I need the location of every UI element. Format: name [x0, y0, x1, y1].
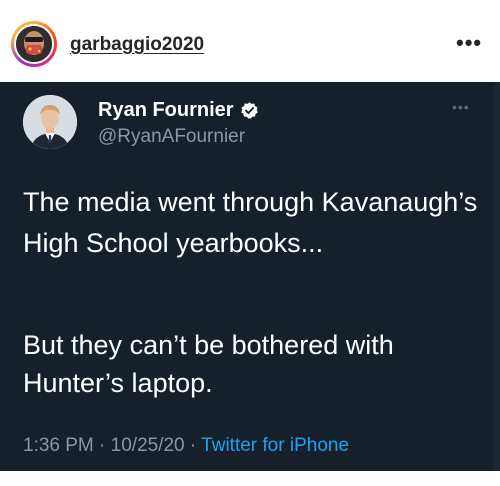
- instagram-avatar[interactable]: [14, 24, 54, 64]
- tweet-source-link[interactable]: Twitter for iPhone: [201, 435, 349, 456]
- meta-separator: ·: [189, 435, 197, 456]
- more-horizontal-icon[interactable]: •••: [456, 32, 482, 54]
- tweet-more-icon[interactable]: •••: [452, 100, 470, 114]
- tweet-author-handle[interactable]: @RyanAFournier: [98, 126, 245, 148]
- tweet-text-paragraph-2: But they can’t be bothered with Hunter’s…: [23, 330, 394, 398]
- tweet-author-name[interactable]: Ryan Fournier: [98, 99, 234, 122]
- tweet-author-avatar[interactable]: [23, 95, 77, 149]
- instagram-post-header: garbaggio2020 •••: [0, 0, 500, 82]
- instagram-username[interactable]: garbaggio2020: [70, 34, 204, 56]
- verified-badge-icon: [240, 102, 258, 119]
- tweet-card: Ryan Fournier @RyanAFournier ••• The med…: [0, 82, 500, 471]
- story-ring[interactable]: [11, 21, 57, 67]
- tweet-author-row: Ryan Fournier: [98, 99, 259, 122]
- tweet-metadata: 1:36 PM · 10/25/20 · Twitter for iPhone: [23, 435, 349, 457]
- meta-separator: ·: [99, 435, 106, 456]
- scrollbar[interactable]: [494, 82, 500, 471]
- tweet-time[interactable]: 1:36 PM: [23, 435, 94, 456]
- tweet-text-paragraph-1: The media went through Kavanaugh’s High …: [23, 187, 478, 258]
- tweet-date[interactable]: 10/25/20: [111, 435, 185, 456]
